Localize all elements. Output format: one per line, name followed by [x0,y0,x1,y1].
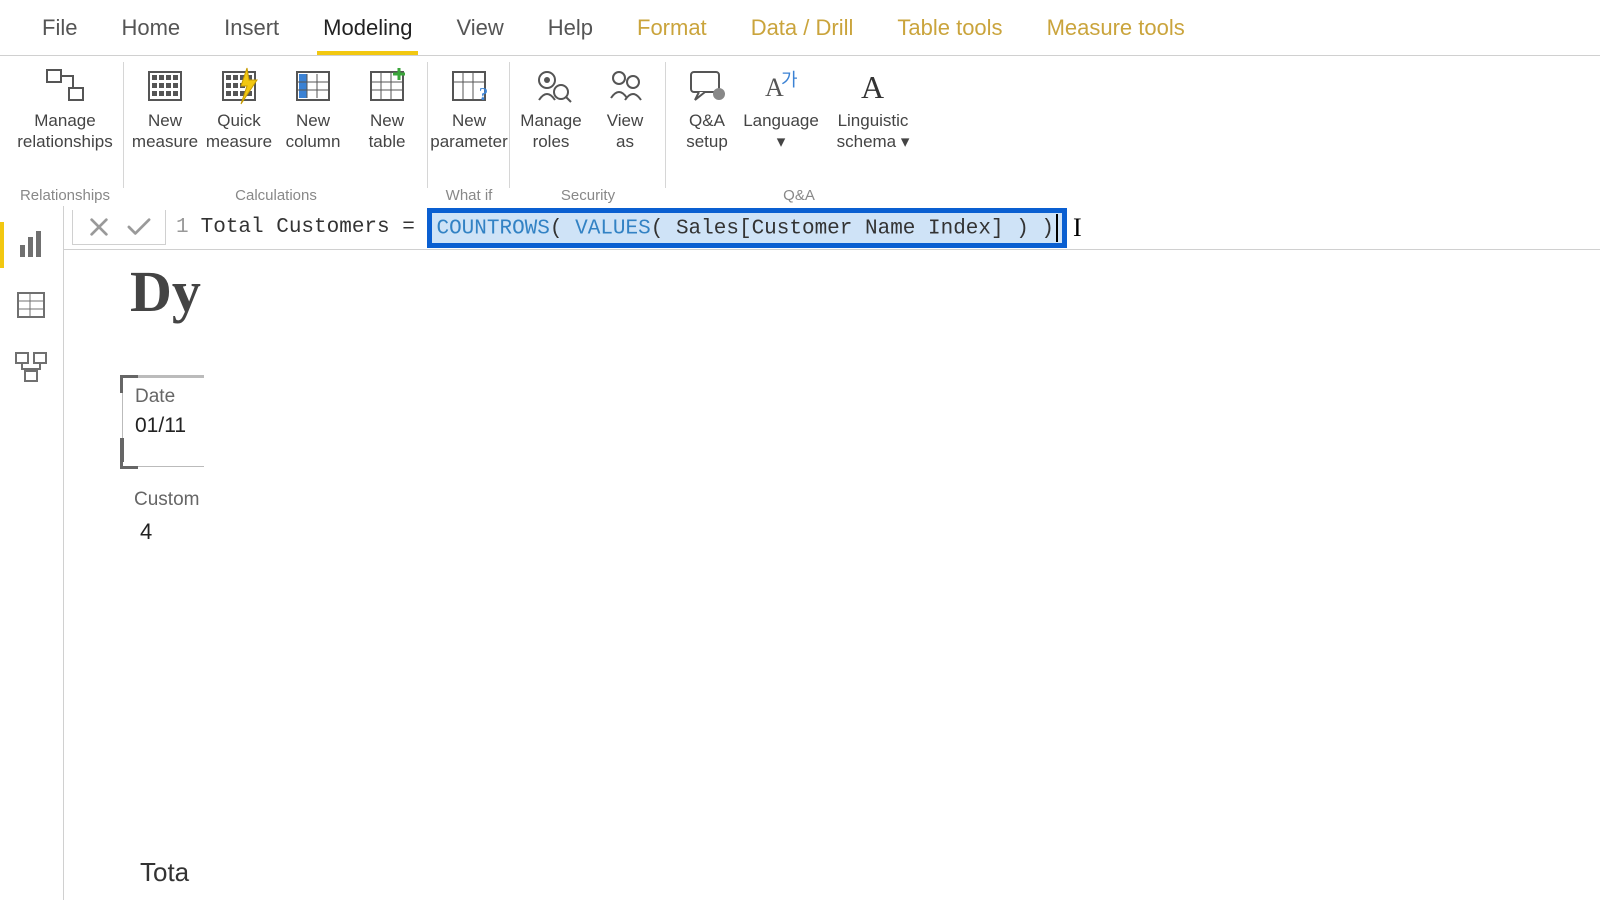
new-column-button[interactable]: New column [276,62,350,153]
relationships-icon [41,64,89,108]
view-as-button[interactable]: View as [588,62,662,153]
language-icon: A가 [757,64,805,108]
ribbon-group-relationships: Manage relationships Relationships [6,56,124,206]
new-measure-label: New measure [132,110,198,153]
qa-setup-button[interactable]: Q&A setup [670,62,744,153]
ribbon-group-what-if: ? New parameter What if [428,56,510,206]
formula-dropdown-backdrop [204,250,1600,900]
menu-home[interactable]: Home [99,0,202,55]
menu-data-drill[interactable]: Data / Drill [729,0,876,55]
group-caption: Calculations [235,187,317,204]
customer-slicer-value[interactable]: 4 [140,519,204,545]
view-as-label: View as [607,110,644,153]
qa-icon [683,64,731,108]
model-view-button[interactable] [0,338,64,400]
formula-highlight: COUNTROWS( VALUES( Sales[Customer Name I… [427,208,1067,248]
ribbon-group-q-a: Q&A setup A가Language ▾ A Linguistic schema … [666,56,932,206]
text-cursor-icon: I [1073,213,1082,243]
quick-measure-button[interactable]: Quick measure [202,62,276,153]
svg-text:가: 가 [781,70,798,90]
menu-file[interactable]: File [20,0,99,55]
menu-table-tools[interactable]: Table tools [875,0,1024,55]
commit-formula-button[interactable] [119,210,159,244]
manage-relationships-label: Manage relationships [17,110,112,153]
formula-equals: = [402,216,415,239]
group-caption: Security [561,187,615,204]
formula-line-number: 1 [176,216,189,239]
quick-measure-icon [215,64,263,108]
new-parameter-button[interactable]: ? New parameter [432,62,506,153]
date-slicer[interactable]: Date 01/11 [122,375,204,467]
formula-measure-name: Total Customers [201,216,390,239]
column-icon [289,64,337,108]
text-caret [1056,214,1058,242]
linguistic-schema-label: Linguistic schema ▾ [837,110,910,153]
menu-bar: FileHomeInsertModelingViewHelpFormatData… [0,0,1600,56]
linguistic-schema-button[interactable]: A Linguistic schema ▾ [818,62,928,153]
table-icon [363,64,411,108]
language-button[interactable]: A가Language ▾ [744,62,818,153]
menu-measure-tools[interactable]: Measure tools [1025,0,1207,55]
manage-roles-label: Manage roles [520,110,581,153]
ribbon-group-calculations: New measureQuick measure New column New ta… [124,56,428,206]
chart-icon [10,223,54,268]
new-measure-button[interactable]: New measure [128,62,202,153]
report-view-button[interactable] [0,214,64,276]
manage-relationships-button[interactable]: Manage relationships [10,62,120,153]
cancel-formula-button[interactable] [79,210,119,244]
ribbon-group-security: Manage roles View as Security [510,56,666,206]
bottom-label-fragment: Tota [140,857,189,888]
model-icon [10,347,54,392]
customer-slicer-label: Custom [134,489,204,511]
menu-modeling[interactable]: Modeling [301,0,434,55]
menu-help[interactable]: Help [526,0,615,55]
new-column-label: New column [286,110,341,153]
view-as-icon [601,64,649,108]
roles-icon [527,64,575,108]
view-rail [0,206,64,900]
group-caption: Q&A [783,187,815,204]
report-title-fragment: Dy [130,258,204,325]
grid-icon [10,285,54,330]
menu-view[interactable]: View [434,0,525,55]
measure-icon [141,64,189,108]
language-label: Language ▾ [743,110,819,153]
new-table-label: New table [369,110,406,153]
quick-measure-label: Quick measure [206,110,272,153]
formula-bar: 1 Total Customers = COUNTROWS( VALUES( S… [64,206,1600,250]
svg-text:?: ? [479,84,488,104]
formula-bar-buttons [72,210,166,245]
formula-input[interactable]: 1 Total Customers = COUNTROWS( VALUES( S… [172,206,1600,249]
new-table-button[interactable]: New table [350,62,424,153]
schema-icon: A [849,64,897,108]
ribbon: Manage relationships Relationships New mea… [6,56,1600,206]
manage-roles-button[interactable]: Manage roles [514,62,588,153]
menu-format[interactable]: Format [615,0,729,55]
new-parameter-label: New parameter [430,110,507,153]
group-caption: Relationships [20,187,110,204]
data-view-button[interactable] [0,276,64,338]
menu-insert[interactable]: Insert [202,0,301,55]
qa-setup-label: Q&A setup [686,110,728,153]
parameter-icon: ? [445,64,493,108]
group-caption: What if [446,187,493,204]
report-canvas[interactable]: Dy Date 01/11 Custom 4 Tota [64,250,204,900]
svg-text:A: A [861,69,884,105]
